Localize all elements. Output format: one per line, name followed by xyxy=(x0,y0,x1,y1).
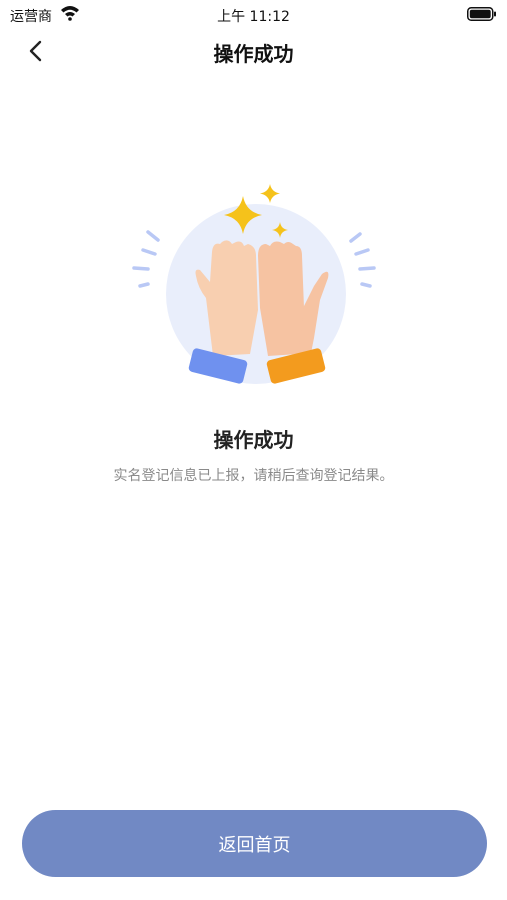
return-home-button[interactable]: 返回首页 xyxy=(22,810,487,877)
high-five-icon xyxy=(132,184,376,384)
result-description: 实名登记信息已上报，请稍后查询登记结果。 xyxy=(113,468,394,484)
battery-icon xyxy=(467,7,496,21)
nav-bar: 操作成功 xyxy=(0,28,507,74)
status-time: 上午 11:12 xyxy=(217,9,290,25)
page-title: 操作成功 xyxy=(213,42,294,66)
status-bar: 运营商 上午 11:12 xyxy=(0,0,507,28)
result-title: 操作成功 xyxy=(213,428,294,452)
